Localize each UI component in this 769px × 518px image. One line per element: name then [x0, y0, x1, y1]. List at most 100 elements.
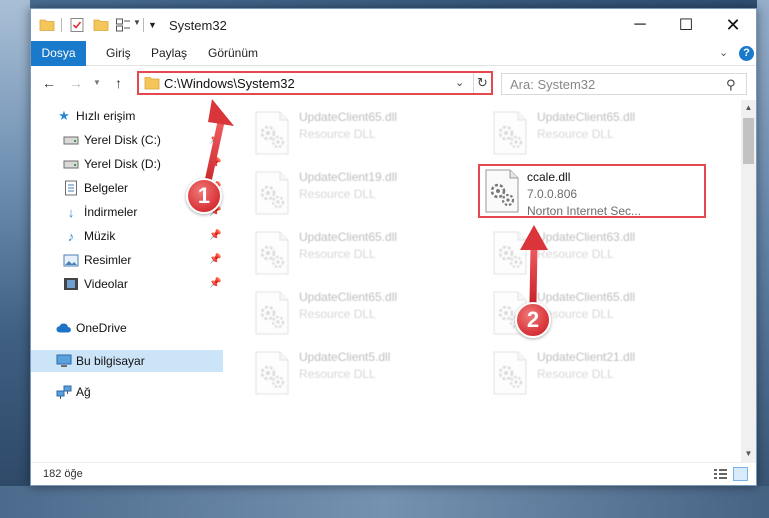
dll-file-icon — [493, 231, 527, 275]
music-icon: ♪ — [67, 228, 75, 244]
quick-access-dropdown-icon[interactable]: ▼ — [148, 20, 157, 30]
customize-caret-icon[interactable]: ▼ — [133, 18, 141, 27]
document-icon — [63, 180, 79, 196]
refresh-icon[interactable]: ↻ — [473, 73, 491, 93]
properties-check-icon[interactable] — [69, 17, 85, 33]
address-dropdown-icon[interactable]: ⌄ — [455, 76, 464, 89]
folder-icon[interactable] — [39, 17, 55, 33]
dll-file-icon — [255, 351, 289, 395]
search-placeholder: Ara: System32 — [510, 77, 596, 92]
sidebar-item-label: Hızlı erişim — [76, 109, 136, 123]
sidebar-item-pictures[interactable]: Resimler 📌 — [31, 249, 223, 271]
file-item[interactable]: UpdateClient65.dll Resource DLL — [248, 106, 476, 160]
up-arrow-icon[interactable]: ↑ — [115, 75, 122, 91]
file-name: UpdateClient65.dll — [537, 290, 636, 304]
tab-view[interactable]: Görünüm — [208, 41, 258, 66]
help-icon[interactable]: ? — [739, 46, 754, 61]
sidebar-item-disk-d[interactable]: Yerel Disk (D:) 📌 — [31, 153, 223, 175]
close-icon: ✕ — [725, 14, 741, 35]
pin-icon[interactable]: 📌 — [209, 134, 221, 145]
back-arrow-icon[interactable]: ← — [42, 75, 56, 91]
recent-locations-icon[interactable]: ▼ — [93, 78, 101, 87]
drive-icon — [63, 156, 79, 172]
dll-file-icon — [255, 171, 289, 215]
sidebar-item-disk-c[interactable]: Yerel Disk (C:) 📌 — [31, 129, 223, 151]
video-icon — [63, 276, 79, 292]
tab-home[interactable]: Giriş — [106, 41, 131, 66]
address-path[interactable]: C:\Windows\System32 — [164, 76, 295, 91]
file-name: UpdateClient5.dll — [299, 350, 391, 364]
sidebar-item-network[interactable]: Ağ — [31, 381, 223, 403]
drive-icon — [63, 132, 79, 148]
file-name: UpdateClient65.dll — [299, 290, 398, 304]
tab-file[interactable]: Dosya — [31, 41, 86, 66]
toolbar-separator — [143, 18, 144, 32]
status-bar: 182 öğe — [31, 462, 756, 485]
file-name: UpdateClient65.dll — [537, 110, 636, 124]
vertical-scrollbar[interactable]: ▲ ▼ — [741, 100, 756, 462]
callout-badge-1: 1 — [186, 178, 222, 214]
file-item[interactable]: UpdateClient5.dll Resource DLL — [248, 346, 476, 400]
file-description: Resource DLL — [537, 127, 614, 141]
dll-file-icon — [493, 111, 527, 155]
file-item[interactable]: UpdateClient65.dll Resource DLL — [486, 106, 714, 160]
file-item[interactable]: UpdateClient65.dll Resource DLL — [248, 286, 476, 340]
file-description: Resource DLL — [299, 247, 376, 261]
maximize-button[interactable]: ☐ — [663, 9, 709, 41]
file-item[interactable]: UpdateClient63.dll Resource DLL — [486, 226, 714, 280]
sidebar-item-videos[interactable]: Videolar 📌 — [31, 273, 223, 295]
tiles-view-icon[interactable] — [733, 467, 748, 481]
pin-icon[interactable]: 📌 — [209, 230, 221, 241]
sidebar-item-onedrive[interactable]: OneDrive — [31, 317, 223, 339]
sidebar-item-label: Müzik — [84, 229, 116, 243]
forward-arrow-icon[interactable]: → — [69, 75, 83, 91]
new-folder-icon[interactable] — [93, 17, 109, 33]
file-item[interactable]: UpdateClient21.dll Resource DLL — [486, 346, 714, 400]
file-description: Resource DLL — [299, 367, 376, 381]
minimize-button[interactable]: ─ — [617, 9, 663, 41]
file-description: Resource DLL — [299, 307, 376, 321]
address-bar[interactable]: C:\Windows\System32 ⌄ ↻ — [137, 71, 493, 95]
search-icon[interactable]: ⚲ — [726, 77, 736, 93]
properties-icon[interactable] — [115, 17, 131, 33]
pin-icon[interactable]: 📌 — [209, 158, 221, 169]
close-button[interactable]: ✕ — [710, 9, 756, 41]
pin-icon[interactable]: 📌 — [209, 278, 221, 289]
pictures-icon — [63, 252, 79, 268]
pin-icon[interactable]: 📌 — [209, 254, 221, 265]
file-description: 7.0.0.806 — [527, 187, 578, 201]
computer-icon — [56, 353, 72, 369]
file-item-highlighted[interactable]: ccale.dll 7.0.0.806 Norton Internet Sec... — [478, 164, 706, 218]
sidebar-item-this-pc[interactable]: Bu bilgisayar — [31, 350, 223, 372]
scroll-up-icon[interactable]: ▲ — [741, 100, 756, 116]
search-input[interactable]: Ara: System32 ⚲ — [501, 73, 747, 95]
tab-share[interactable]: Paylaş — [151, 41, 187, 66]
callout-badge-2: 2 — [515, 302, 551, 338]
file-item[interactable]: UpdateClient19.dll Resource DLL — [248, 166, 476, 220]
sidebar-item-music[interactable]: ♪ Müzik 📌 — [31, 225, 223, 247]
scroll-down-icon[interactable]: ▼ — [741, 446, 756, 462]
details-view-icon[interactable] — [713, 467, 728, 481]
sidebar-item-label: OneDrive — [76, 321, 127, 335]
desktop-background-right — [757, 0, 769, 518]
dll-file-icon — [255, 111, 289, 155]
ribbon-tabs: Dosya Giriş Paylaş Görünüm ⌄ ? — [31, 41, 756, 66]
file-description: Resource DLL — [537, 367, 614, 381]
sidebar-item-label: Yerel Disk (C:) — [84, 133, 161, 147]
desktop-background-bottom — [0, 486, 769, 518]
sidebar-item-quick-access[interactable]: ★ Hızlı erişim — [31, 105, 223, 127]
sidebar-item-label: Belgeler — [84, 181, 129, 195]
window-title: System32 — [169, 18, 227, 33]
scrollbar-thumb[interactable] — [743, 118, 754, 164]
network-icon — [56, 384, 72, 400]
sidebar-item-label: Bu bilgisayar — [76, 354, 145, 368]
desktop-background — [0, 0, 30, 518]
dll-file-icon — [255, 231, 289, 275]
navigation-pane: ★ Hızlı erişim Yerel Disk (C:) 📌 Yerel D… — [31, 100, 227, 462]
file-item[interactable]: UpdateClient65.dll Resource DLL — [248, 226, 476, 280]
file-name: UpdateClient65.dll — [299, 230, 398, 244]
sidebar-item-label: Videolar — [84, 277, 128, 291]
chevron-down-icon[interactable]: ⌄ — [719, 46, 728, 59]
sidebar-item-label: Ağ — [76, 385, 91, 399]
dll-file-icon — [255, 291, 289, 335]
